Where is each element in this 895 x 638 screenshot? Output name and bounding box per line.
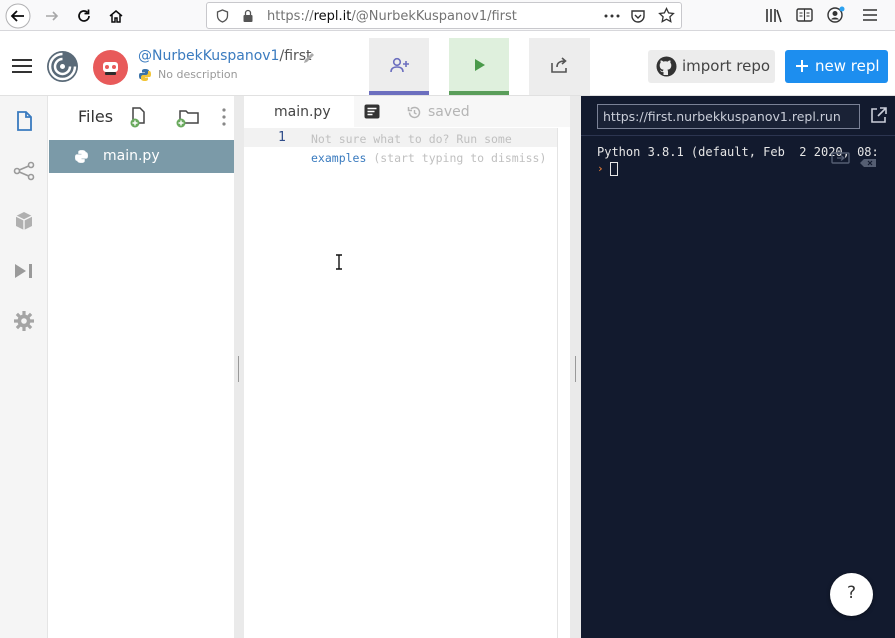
console-prompt: › <box>597 162 604 175</box>
replit-logo-icon[interactable] <box>46 50 79 83</box>
user-link[interactable]: @NurbekKuspanov1 <box>138 48 279 64</box>
bookmark-star-icon[interactable] <box>658 7 675 24</box>
print-margin-line <box>557 128 558 638</box>
editor-hint-line: Not sure what to do? Run some <box>311 132 512 146</box>
help-button[interactable]: ? <box>830 573 873 616</box>
more-options-icon[interactable] <box>222 108 226 126</box>
github-icon <box>656 56 677 77</box>
clear-console-icon[interactable] <box>831 151 851 165</box>
files-editor-splitter[interactable] <box>234 96 244 638</box>
files-title: Files <box>78 107 114 126</box>
editor-tab-main-py[interactable]: main.py <box>244 96 354 127</box>
version-control-icon[interactable] <box>12 159 36 183</box>
python-icon <box>139 69 151 81</box>
saved-status: saved <box>428 104 470 120</box>
avatar[interactable] <box>93 50 128 85</box>
history-icon[interactable] <box>407 105 422 120</box>
examples-link[interactable]: examples <box>311 151 366 165</box>
line-number: 1 <box>278 130 286 145</box>
open-in-new-tab-icon[interactable] <box>869 106 888 125</box>
url-path: /@NurbekKuspanov1/first <box>351 9 517 24</box>
splitter-grip[interactable] <box>575 356 576 382</box>
left-rail <box>0 96 48 638</box>
lock-icon[interactable] <box>242 9 254 23</box>
app-header: @NurbekKuspanov1/first No description im… <box>0 38 895 96</box>
editor-tab-label: main.py <box>274 104 331 120</box>
home-button[interactable] <box>103 3 129 29</box>
debugger-icon[interactable] <box>12 259 36 283</box>
settings-gear-icon[interactable] <box>12 309 36 333</box>
files-panel: Files main.py <box>49 96 234 638</box>
run-button[interactable] <box>449 38 509 95</box>
back-arrow-icon <box>5 3 31 29</box>
reload-button[interactable] <box>71 3 97 29</box>
help-label: ? <box>846 583 857 603</box>
editor-hint-line-2: examples (start typing to dismiss) <box>311 151 546 165</box>
text-cursor-icon <box>336 254 342 270</box>
editor-console-splitter[interactable] <box>570 96 581 638</box>
python-file-icon <box>75 150 88 163</box>
shield-icon[interactable] <box>216 9 229 23</box>
play-icon <box>475 59 485 71</box>
packages-icon[interactable] <box>12 209 36 233</box>
preview-url-field[interactable]: https://first.nurbekkuspanov1.repl.run <box>597 104 860 129</box>
browser-toolbar: https://repl.it/@NurbekKuspanov1/first <box>0 0 895 31</box>
more-dots-icon[interactable] <box>604 14 620 18</box>
editor-hint-rest: (start typing to dismiss) <box>366 151 547 165</box>
reader-view-icon[interactable] <box>796 7 813 23</box>
import-repo-button[interactable]: import repo <box>648 50 775 83</box>
add-file-icon[interactable] <box>128 106 148 128</box>
invite-button[interactable] <box>369 38 429 95</box>
account-icon[interactable] <box>827 6 845 24</box>
menu-hamburger-icon[interactable] <box>862 8 878 22</box>
code-editor: main.py saved 1 Not sure what to do? Run… <box>244 96 570 638</box>
url-bar[interactable]: https://repl.it/@NurbekKuspanov1/first <box>206 2 682 29</box>
share-icon <box>551 57 567 73</box>
file-item-label: main.py <box>103 148 160 164</box>
import-repo-label: import repo <box>682 57 771 75</box>
new-repl-button[interactable]: new repl <box>785 50 888 83</box>
file-item-main-py[interactable]: main.py <box>49 140 234 173</box>
url-prefix: https:// <box>267 9 314 24</box>
sidebar-menu-icon[interactable] <box>11 58 33 74</box>
splitter-grip[interactable] <box>238 356 239 382</box>
console-panel: https://first.nurbekkuspanov1.repl.run P… <box>581 96 895 638</box>
new-repl-label: new repl <box>815 57 880 75</box>
url-text: https://repl.it/@NurbekKuspanov1/first <box>267 9 517 24</box>
edit-pencil-icon[interactable] <box>302 51 316 65</box>
preview-url-text: https://first.nurbekkuspanov1.repl.run <box>603 109 841 124</box>
repl-title: @NurbekKuspanov1/first <box>138 48 312 64</box>
home-icon <box>109 10 123 23</box>
forward-arrow-icon <box>46 11 59 21</box>
url-host: repl.it <box>313 9 352 24</box>
library-icon[interactable] <box>765 7 783 24</box>
console-separator <box>581 135 895 136</box>
back-button[interactable] <box>5 3 31 29</box>
add-folder-icon[interactable] <box>174 106 202 128</box>
add-user-icon <box>390 57 409 73</box>
forward-button[interactable] <box>39 3 65 29</box>
format-code-icon[interactable] <box>364 104 380 119</box>
reload-icon <box>78 9 90 22</box>
share-button[interactable] <box>529 38 590 95</box>
pocket-icon[interactable] <box>630 8 646 24</box>
console-cursor[interactable] <box>610 162 618 176</box>
editor-tabbar: main.py saved <box>244 96 570 127</box>
repl-description[interactable]: No description <box>158 68 238 81</box>
backspace-icon[interactable] <box>859 158 877 168</box>
plus-icon <box>796 60 808 72</box>
files-icon[interactable] <box>12 109 36 133</box>
